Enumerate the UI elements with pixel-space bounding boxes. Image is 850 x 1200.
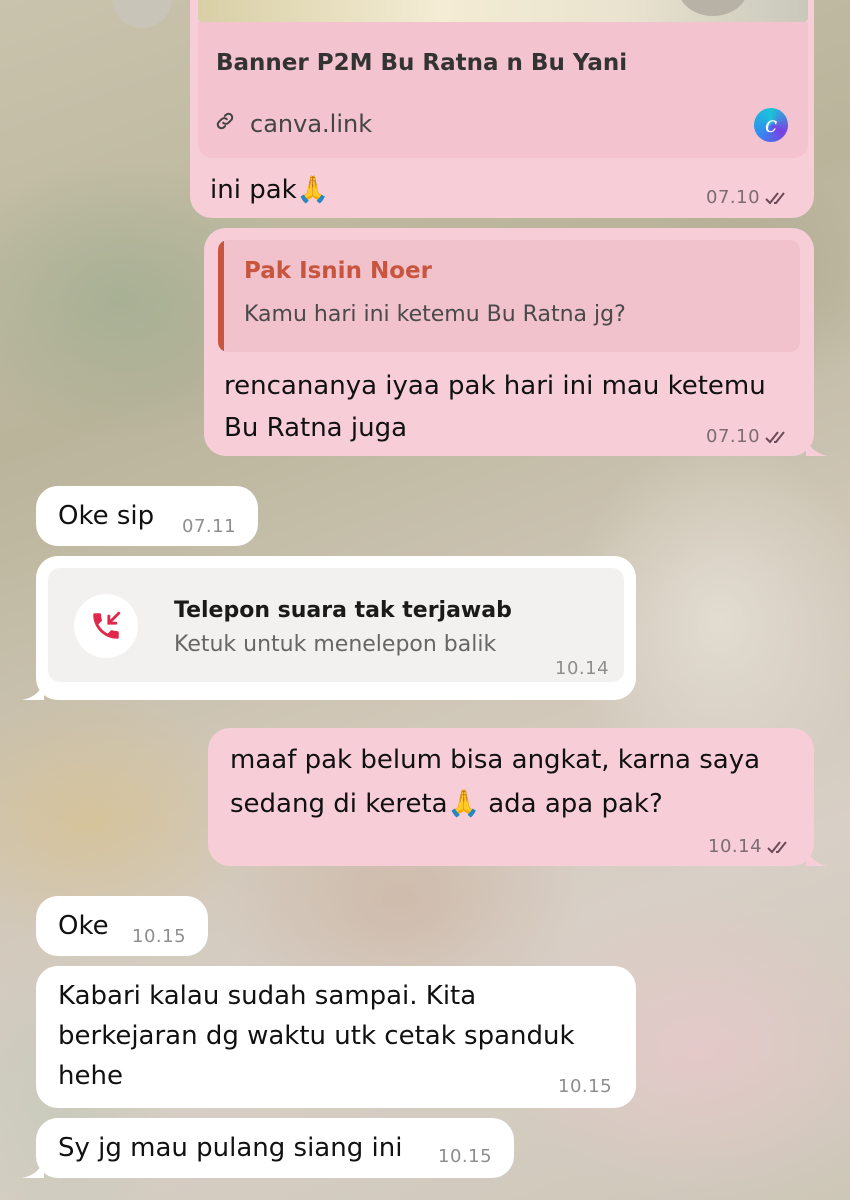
- missed-call-subtitle: Ketuk untuk menelepon balik: [174, 632, 497, 657]
- incoming-message[interactable]: Oke sip 07.11: [36, 486, 258, 546]
- incoming-message[interactable]: Sy jg mau pulang siang ini 10.15: [36, 1118, 514, 1178]
- link-preview-domain-row: canva.link: [214, 110, 372, 138]
- double-check-icon: [765, 192, 785, 205]
- message-time: 07.10: [706, 426, 790, 447]
- quote-accent-bar: [218, 240, 224, 352]
- message-text-line-1: Kabari kalau sudah sampai. Kita: [58, 981, 477, 1011]
- quoted-text: Kamu hari ini ketemu Bu Ratna jg?: [244, 302, 626, 327]
- quoted-message[interactable]: Pak Isnin Noer Kamu hari ini ketemu Bu R…: [218, 240, 800, 352]
- outgoing-message[interactable]: maaf pak belum bisa angkat, karna saya s…: [208, 728, 814, 866]
- missed-call-title: Telepon suara tak terjawab: [174, 598, 512, 623]
- message-text-line-2: sedang di kereta🙏 ada apa pak?: [230, 789, 663, 819]
- outgoing-message-reply[interactable]: Pak Isnin Noer Kamu hari ini ketemu Bu R…: [204, 228, 814, 456]
- preview-image-fragment: [678, 0, 748, 16]
- double-check-icon: [767, 841, 787, 854]
- missed-call-message[interactable]: Telepon suara tak terjawab Ketuk untuk m…: [36, 556, 636, 700]
- link-preview-title: Banner P2M Bu Ratna n Bu Yani: [216, 50, 628, 76]
- link-preview-image[interactable]: [198, 0, 808, 22]
- message-time: 10.14: [708, 836, 792, 857]
- background-avatar-fragment: [112, 0, 172, 28]
- message-text: ini pak🙏: [210, 175, 330, 205]
- bubble-tail: [806, 844, 828, 866]
- message-time: 07.11: [182, 516, 237, 537]
- missed-call-icon: [74, 594, 138, 658]
- message-text-line-1: maaf pak belum bisa angkat, karna saya: [230, 745, 761, 775]
- bubble-tail: [22, 678, 44, 700]
- link-icon: [214, 110, 236, 138]
- message-time: 07.10: [706, 187, 790, 208]
- link-preview-card[interactable]: Banner P2M Bu Ratna n Bu Yani canva.link…: [198, 22, 808, 158]
- message-text-line-2: berkejaran dg waktu utk cetak spanduk: [58, 1021, 575, 1051]
- message-text-line-2: Bu Ratna juga: [224, 413, 408, 443]
- message-time: 10.15: [558, 1076, 613, 1097]
- message-text: Oke: [58, 911, 109, 941]
- message-time: 10.15: [438, 1146, 493, 1167]
- incoming-message[interactable]: Oke 10.15: [36, 896, 208, 956]
- message-text: Oke sip: [58, 501, 155, 531]
- message-time: 10.14: [555, 658, 610, 679]
- quoted-sender-name: Pak Isnin Noer: [244, 258, 432, 284]
- bubble-tail: [806, 434, 828, 456]
- message-text-line-1: rencananya iyaa pak hari ini mau ketemu: [224, 371, 766, 401]
- incoming-message[interactable]: Kabari kalau sudah sampai. Kita berkejar…: [36, 966, 636, 1108]
- message-text: Sy jg mau pulang siang ini: [58, 1133, 403, 1163]
- canva-logo-icon: c: [754, 108, 788, 142]
- bubble-tail: [22, 1156, 44, 1178]
- link-preview-domain: canva.link: [250, 110, 373, 138]
- missed-call-card[interactable]: Telepon suara tak terjawab Ketuk untuk m…: [48, 568, 624, 682]
- message-time: 10.15: [132, 926, 187, 947]
- double-check-icon: [765, 431, 785, 444]
- message-text-line-3: hehe: [58, 1061, 123, 1091]
